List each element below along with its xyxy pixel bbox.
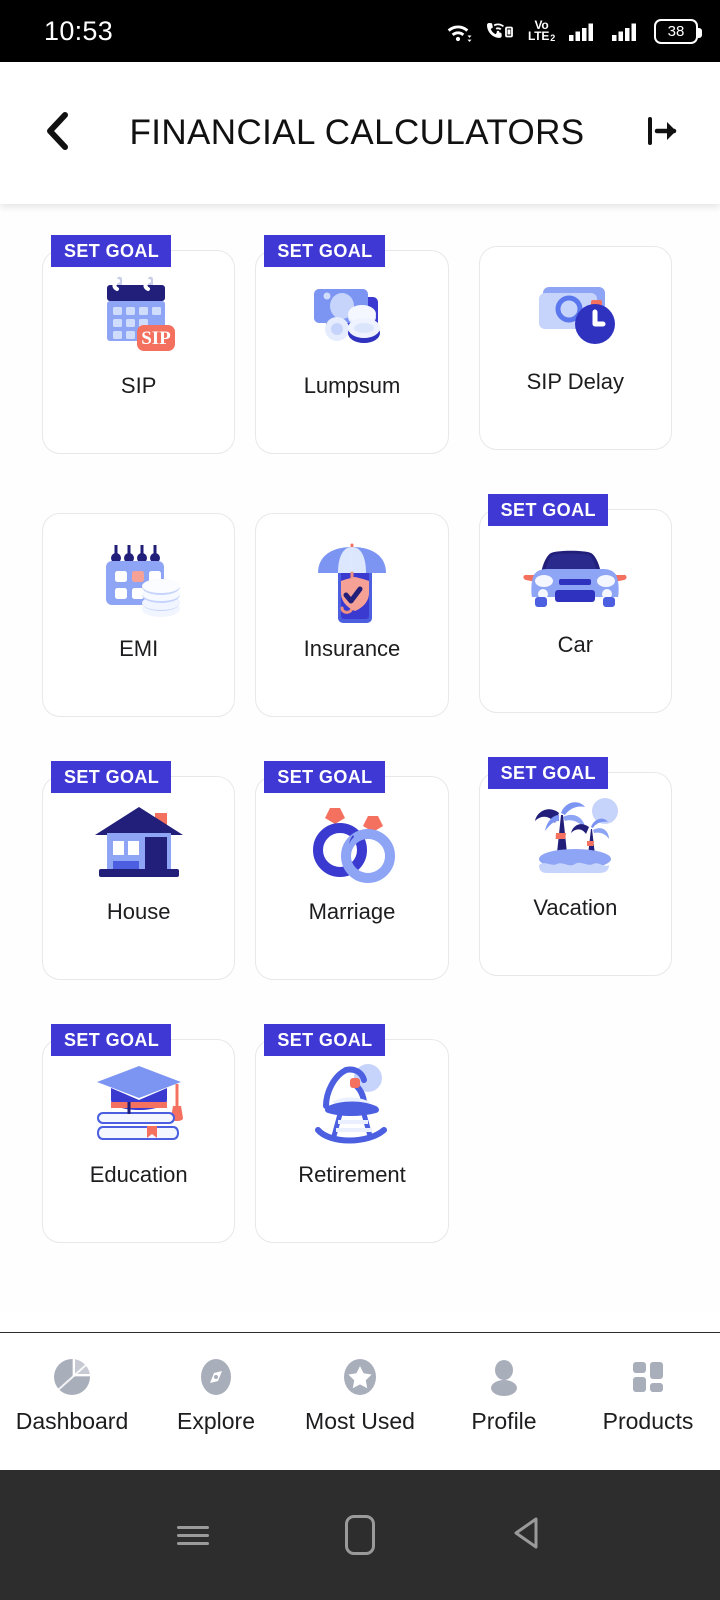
calculator-cell: SET GOAL	[253, 1017, 466, 1280]
calculator-card-education[interactable]: SET GOAL Education	[42, 1024, 236, 1243]
wifi-icon	[444, 19, 472, 43]
back-button-system[interactable]	[492, 1515, 562, 1556]
home-button[interactable]	[325, 1515, 395, 1555]
calculator-cell: SET GOAL	[467, 754, 680, 1017]
umbrella-shield-icon	[256, 514, 447, 644]
set-goal-badge[interactable]: SET GOAL	[51, 235, 172, 267]
compass-icon	[194, 1355, 238, 1399]
nav-label: Most Used	[305, 1408, 415, 1434]
nav-label: Explore	[177, 1408, 255, 1434]
calculator-card-sip[interactable]: SET GOAL SIP SIP	[42, 235, 236, 454]
volte-label-bottom: LTE	[528, 29, 550, 43]
set-goal-badge[interactable]: SET GOAL	[487, 757, 608, 789]
calculator-card-marriage[interactable]: SET GOAL Marriage	[255, 761, 449, 980]
wallet-clock-icon	[480, 247, 671, 377]
calculators-content: SET GOAL SIP SIP SET GOAL Lumpsum SIP De…	[0, 204, 720, 1312]
calculator-card-lumpsum[interactable]: SET GOAL Lumpsum	[255, 235, 449, 454]
status-bar: 10:53 Vo LTE 2 38	[0, 0, 720, 62]
signal-icon-2	[611, 19, 641, 43]
set-goal-badge[interactable]: SET GOAL	[51, 761, 172, 793]
calculator-cell: Insurance	[253, 491, 466, 754]
car-icon	[480, 510, 671, 640]
app-header: FINANCIAL CALCULATORS	[0, 62, 720, 204]
nav-item-dashboard[interactable]: Dashboard	[0, 1355, 144, 1435]
svg-text:SIP: SIP	[141, 328, 171, 349]
rings-icon	[256, 777, 447, 907]
set-goal-badge[interactable]: SET GOAL	[264, 1024, 385, 1056]
home-icon	[344, 1515, 375, 1555]
calculator-card-emi[interactable]: EMI	[42, 513, 236, 717]
calculator-card-vacation[interactable]: SET GOAL Vacation	[478, 757, 672, 976]
calculator-label: SIP Delay	[526, 369, 625, 394]
calculator-cell: SET GOAL	[40, 228, 253, 491]
calculator-label: SIP	[120, 373, 157, 398]
calculator-card-insurance[interactable]: Insurance	[255, 513, 449, 717]
calculator-label: House	[106, 899, 171, 924]
calculator-label: EMI	[119, 636, 159, 661]
calculator-cell: SET GOAL	[467, 491, 680, 754]
calculator-grid: SET GOAL SIP SIP SET GOAL Lumpsum SIP De…	[40, 228, 680, 1280]
nav-item-explore[interactable]: Explore	[144, 1355, 288, 1435]
android-navigation-bar	[0, 1470, 720, 1600]
nav-label: Profile	[471, 1408, 537, 1434]
page-title: FINANCIAL CALCULATORS	[129, 113, 585, 152]
volte-sim-number: 2	[550, 32, 555, 43]
calculator-cell: EMI	[40, 491, 253, 754]
grid-icon	[626, 1355, 670, 1399]
calculator-label: Car	[557, 632, 594, 657]
bottom-navigation: Dashboard Explore Most Used Profile Prod…	[0, 1332, 720, 1470]
status-time: 10:53	[44, 15, 114, 46]
set-goal-badge[interactable]: SET GOAL	[264, 761, 385, 793]
rocking-chair-icon	[256, 1040, 447, 1170]
nav-item-most-used[interactable]: Most Used	[288, 1355, 432, 1435]
calculator-card-retirement[interactable]: SET GOAL Retirement	[255, 1024, 449, 1243]
back-chevron-icon	[41, 111, 75, 156]
calculator-label: Lumpsum	[303, 373, 401, 398]
person-icon	[482, 1355, 526, 1399]
calculator-label: Retirement	[298, 1162, 406, 1187]
calculator-cell: SET GOAL Marriage	[253, 754, 466, 1017]
call-over-wifi-icon	[485, 19, 515, 43]
calculator-cell: SIP Delay	[467, 228, 680, 491]
nav-item-profile[interactable]: Profile	[432, 1355, 576, 1435]
calendar-coins-icon	[43, 514, 234, 644]
recents-icon	[177, 1521, 210, 1550]
logout-icon	[644, 113, 680, 154]
set-goal-badge[interactable]: SET GOAL	[51, 1024, 172, 1056]
graduation-books-icon	[43, 1040, 234, 1170]
signal-icon-1	[568, 19, 598, 43]
battery-icon: 38	[654, 18, 702, 44]
calculator-label: Insurance	[303, 636, 401, 661]
nav-label: Products	[602, 1408, 694, 1434]
pie-chart-icon	[50, 1355, 94, 1399]
set-goal-badge[interactable]: SET GOAL	[264, 235, 385, 267]
nav-item-products[interactable]: Products	[576, 1355, 720, 1435]
calculator-cell: SET GOAL House	[40, 754, 253, 1017]
calculator-card-house[interactable]: SET GOAL House	[42, 761, 236, 980]
battery-level-text: 38	[667, 22, 685, 40]
set-goal-badge[interactable]: SET GOAL	[487, 494, 608, 526]
calculator-cell: SET GOAL	[40, 1017, 253, 1280]
star-icon	[338, 1355, 382, 1399]
calculator-cell: SET GOAL	[253, 228, 466, 491]
recents-button[interactable]	[158, 1521, 228, 1550]
status-icons-group: Vo LTE 2 38	[444, 18, 702, 44]
calculator-label: Marriage	[308, 899, 396, 924]
nav-label: Dashboard	[15, 1408, 129, 1434]
calculator-label: Vacation	[533, 895, 618, 920]
calendar-sip-icon: SIP	[43, 251, 234, 381]
volte-indicator: Vo LTE 2	[528, 18, 555, 43]
logout-button[interactable]	[634, 113, 690, 154]
back-triangle-icon	[510, 1515, 544, 1556]
house-icon	[43, 777, 234, 907]
calculator-card-sip-delay[interactable]: SIP Delay	[478, 246, 672, 450]
palm-island-icon	[480, 773, 671, 903]
calculator-label: Education	[89, 1162, 188, 1187]
back-button[interactable]	[30, 111, 86, 156]
calculator-card-car[interactable]: SET GOAL Car	[478, 494, 672, 713]
money-coins-icon	[256, 251, 447, 381]
